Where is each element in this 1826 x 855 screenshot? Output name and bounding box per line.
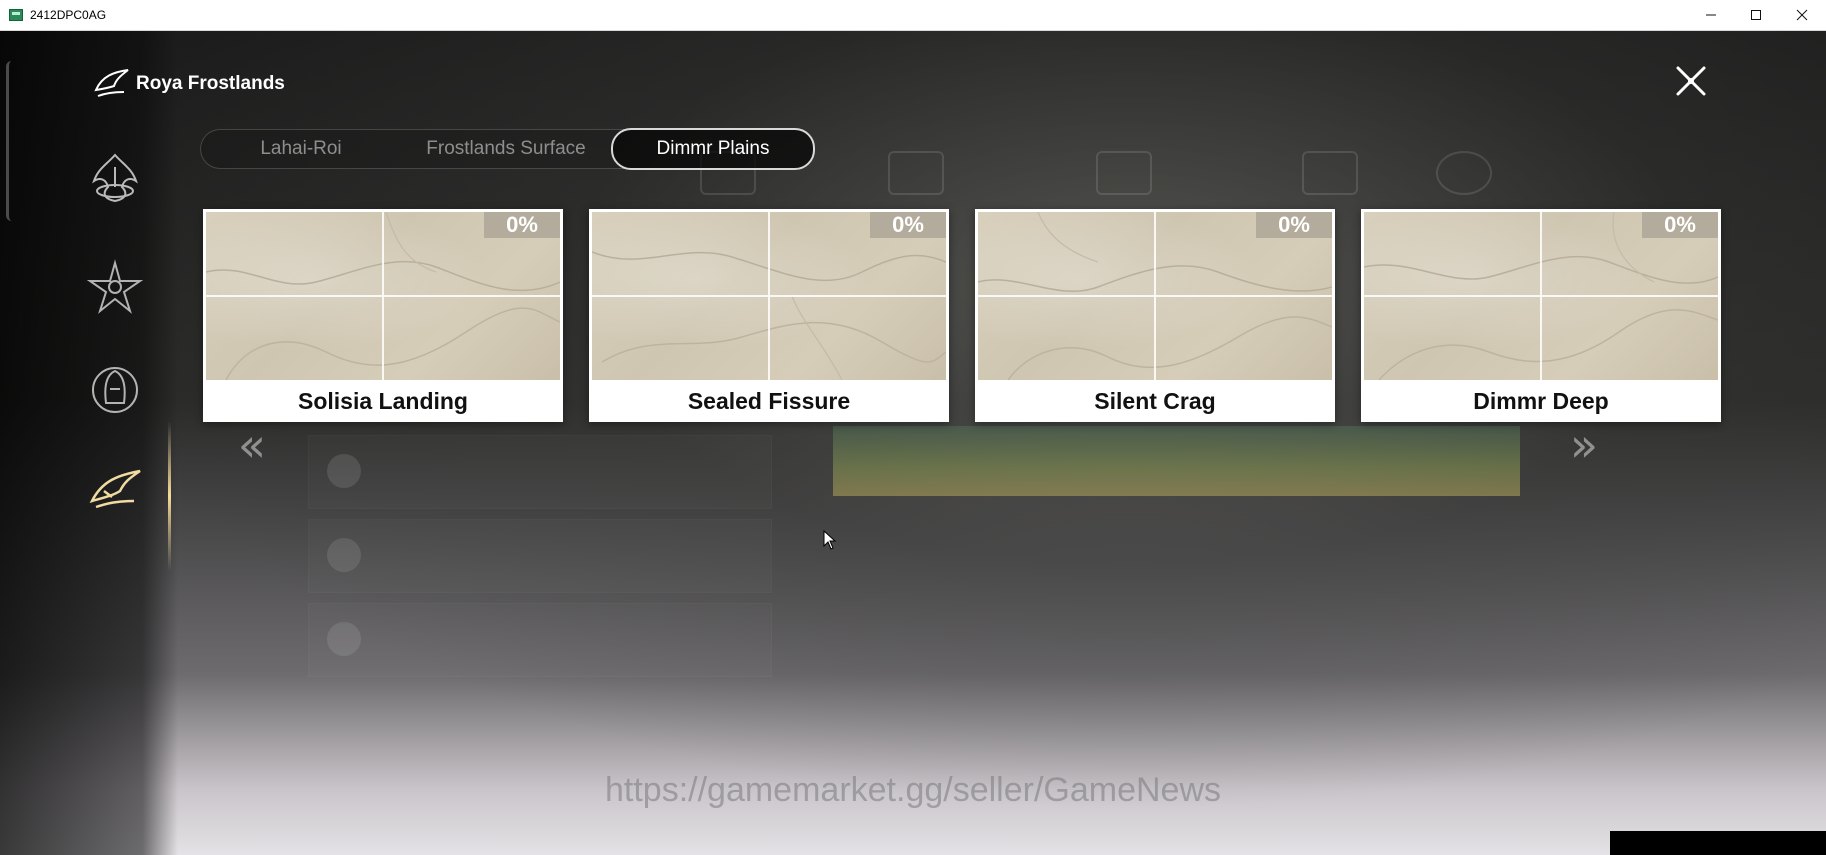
map-grid-line <box>592 295 946 297</box>
window-titlebar: 2412DPC0AG <box>0 0 1826 31</box>
faded-list-item <box>308 435 772 509</box>
area-card-silent-crag[interactable]: 0% Silent Crag <box>975 209 1335 422</box>
area-tabs: Lahai-Roi Frostlands Surface Dimmr Plain… <box>200 128 815 170</box>
window-close-button[interactable] <box>1779 0 1825 30</box>
close-x-icon[interactable] <box>1672 62 1710 100</box>
tab-frostlands-surface[interactable]: Frostlands Surface <box>401 130 611 168</box>
edge-decoration <box>6 61 17 221</box>
faded-row-icon <box>327 622 361 656</box>
active-indicator-glow <box>168 421 171 571</box>
region-name: Roya Frostlands <box>136 73 285 94</box>
area-name: Solisia Landing <box>298 388 468 414</box>
window-title: 2412DPC0AG <box>30 8 107 22</box>
mouse-cursor-icon <box>823 530 837 550</box>
watermark-text: https://gamemarket.gg/seller/GameNews <box>604 771 1222 809</box>
app-icon <box>9 9 23 21</box>
area-card-solisia-landing[interactable]: 0% Solisia Landing <box>203 209 563 422</box>
area-name: Dimmr Deep <box>1473 388 1609 414</box>
bird-emblem-icon[interactable] <box>84 461 146 523</box>
exploration-percent: 0% <box>870 212 946 238</box>
map-grid-line <box>978 295 1332 297</box>
exploration-percent: 0% <box>1256 212 1332 238</box>
serpent-emblem-icon[interactable] <box>84 147 146 209</box>
tab-dimmr-plains[interactable]: Dimmr Plains <box>611 128 815 170</box>
minimize-icon <box>1706 14 1716 16</box>
window-close-icon <box>1796 9 1808 21</box>
double-chevron-left-icon[interactable]: « <box>228 421 276 469</box>
region-logo-icon <box>94 69 129 97</box>
game-viewport: Roya Frostlands Lahai-Roi Frostlands Sur… <box>0 31 1826 855</box>
hooded-figure-emblem-icon[interactable] <box>84 359 146 421</box>
minimize-button[interactable] <box>1688 0 1734 30</box>
map-grid-line <box>206 295 560 297</box>
area-name: Sealed Fissure <box>687 388 851 414</box>
exploration-percent: 0% <box>484 212 560 238</box>
maximize-button[interactable] <box>1733 0 1779 30</box>
bottom-overlay <box>1610 831 1826 855</box>
area-card-sealed-fissure[interactable]: 0% Sealed Fissure <box>589 209 949 422</box>
area-card-dimmr-deep[interactable]: 0% Dimmr Deep <box>1361 209 1721 422</box>
area-name: Silent Crag <box>1094 388 1216 414</box>
faded-list-item <box>308 519 772 593</box>
left-sidebar <box>0 31 178 855</box>
faded-list-item <box>308 603 772 677</box>
exploration-percent: 0% <box>1642 212 1718 238</box>
map-grid-line <box>1364 295 1718 297</box>
region-header: Roya Frostlands <box>92 64 285 104</box>
faded-row-icon <box>327 454 361 488</box>
star-emblem-icon[interactable] <box>84 257 146 319</box>
double-chevron-right-icon[interactable]: » <box>1560 421 1608 469</box>
faded-row-icon <box>327 538 361 572</box>
maximize-icon <box>1751 10 1761 20</box>
faded-preview-image <box>833 426 1520 496</box>
tab-lahai-roi[interactable]: Lahai-Roi <box>241 130 361 168</box>
